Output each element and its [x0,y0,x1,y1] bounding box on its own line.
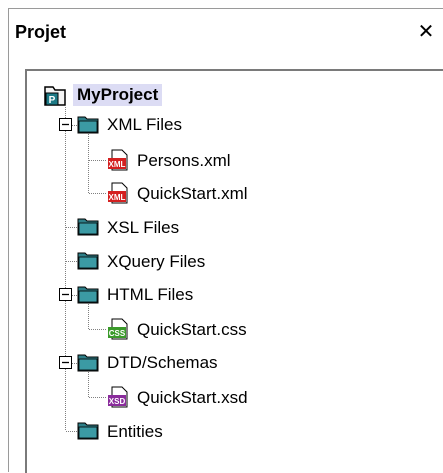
collapse-icon[interactable] [59,356,72,369]
project-tree[interactable]: P MyProject XML Files XML Persons.xml XM… [25,69,443,473]
css-file-icon: CSS [108,318,128,340]
collapse-icon[interactable] [59,288,72,301]
xml-badge: XML [109,160,126,169]
folder-icon [77,354,99,372]
xml-file-icon: XML [108,182,128,204]
collapse-icon[interactable] [59,118,72,131]
folder-icon [77,218,99,236]
tree-item-xml-files[interactable]: XML Files [107,114,182,136]
project-badge: P [49,95,56,106]
css-badge: CSS [109,329,126,338]
folder-icon [77,116,99,134]
tree-item-html-files[interactable]: HTML Files [107,284,193,306]
panel-title: Projet [15,22,67,42]
folder-icon [77,286,99,304]
tree-item-dtd-schemas[interactable]: DTD/Schemas [107,352,218,374]
tree-item-xsl-files[interactable]: XSL Files [107,217,179,239]
xsd-file-icon: XSD [108,386,128,408]
xml-file-icon: XML [108,149,128,171]
tree-item-xquery-files[interactable]: XQuery Files [107,251,205,273]
panel-header: Projet ✕ [9,9,443,55]
tree-item-persons-xml[interactable]: Persons.xml [137,150,231,172]
project-panel: Projet ✕ P MyProject XML Files XML Perso… [8,8,443,473]
tree-item-quickstart-css[interactable]: QuickStart.css [137,319,247,341]
tree-item-entities[interactable]: Entities [107,421,163,443]
tree-item-quickstart-xsd[interactable]: QuickStart.xsd [137,387,248,409]
xml-badge: XML [109,193,126,202]
folder-icon [77,252,99,270]
tree-root-myproject[interactable]: MyProject [73,84,163,106]
folder-icon [77,422,99,440]
xsd-badge: XSD [109,397,126,406]
close-icon[interactable]: ✕ [415,19,437,43]
tree-item-quickstart-xml[interactable]: QuickStart.xml [137,183,248,205]
project-icon: P [44,86,66,106]
